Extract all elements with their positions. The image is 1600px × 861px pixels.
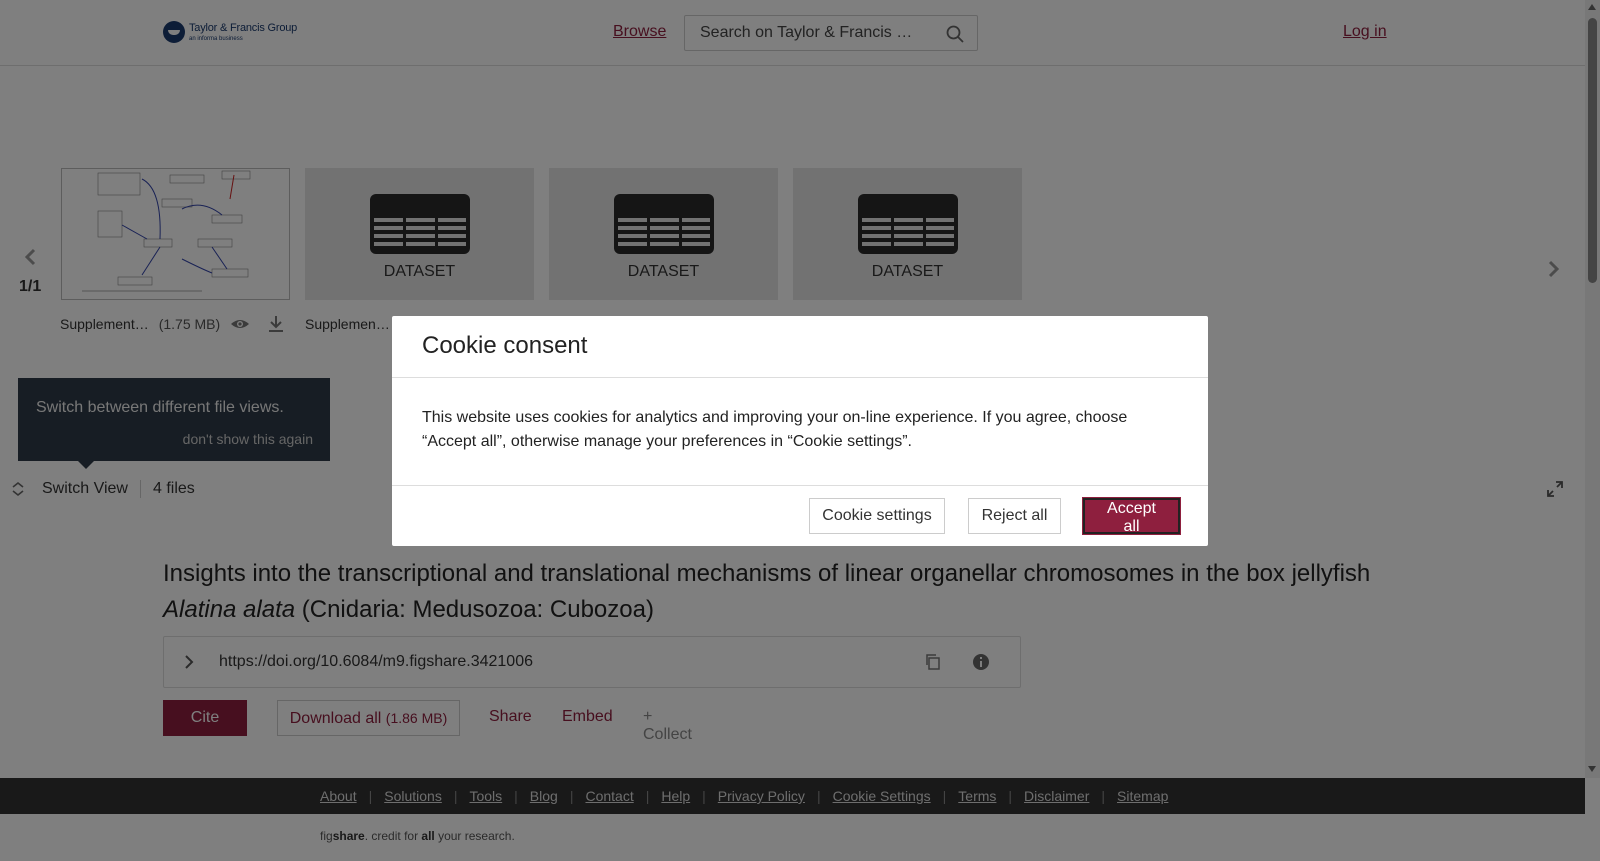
accept-all-button[interactable]: Accept all	[1083, 498, 1180, 535]
cookie-dialog-title: Cookie consent	[422, 332, 588, 359]
cookie-consent-dialog: Cookie consent This website uses cookies…	[392, 316, 1208, 546]
dialog-divider	[392, 485, 1208, 486]
cookie-dialog-body: This website uses cookies for analytics …	[422, 409, 1128, 450]
cookie-settings-button[interactable]: Cookie settings	[809, 498, 945, 534]
reject-all-button[interactable]: Reject all	[968, 498, 1061, 534]
dialog-divider	[392, 377, 1208, 378]
